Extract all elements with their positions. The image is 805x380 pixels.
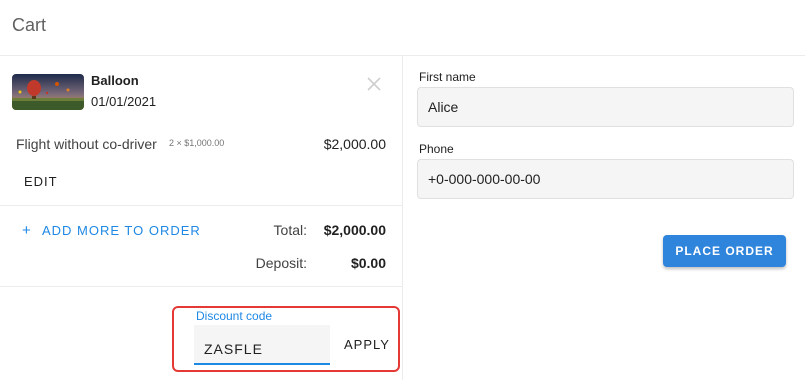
cart-panel: Balloon 01/01/2021 Flight without co-dri… xyxy=(0,56,403,380)
place-order-button[interactable]: PLACE ORDER xyxy=(663,235,786,267)
discount-code-label: Discount code xyxy=(196,309,273,323)
line-item-price: $2,000.00 xyxy=(323,136,386,152)
phone-label: Phone xyxy=(419,142,454,156)
plus-icon: + xyxy=(22,222,32,239)
apply-button[interactable]: APPLY xyxy=(336,334,398,355)
first-name-label: First name xyxy=(419,70,476,84)
first-name-input[interactable] xyxy=(418,88,793,126)
phone-input[interactable] xyxy=(418,160,793,198)
phone-field[interactable] xyxy=(417,159,794,199)
first-name-field[interactable] xyxy=(417,87,794,127)
header: Cart xyxy=(0,0,805,56)
edit-button[interactable]: EDIT xyxy=(14,170,68,193)
line-item-quantity: 2 × $1,000.00 xyxy=(169,138,225,148)
divider xyxy=(0,205,402,206)
page-title: Cart xyxy=(12,15,47,35)
deposit-value: $0.00 xyxy=(350,255,386,271)
discount-code-field[interactable] xyxy=(194,325,330,365)
deposit-label: Deposit: xyxy=(255,255,307,271)
total-value: $2,000.00 xyxy=(323,222,386,238)
divider xyxy=(0,286,402,287)
product-image xyxy=(12,74,84,110)
product-name: Balloon xyxy=(91,73,139,88)
total-label: Total: xyxy=(273,222,307,238)
discount-code-input[interactable] xyxy=(194,325,330,363)
order-form: First name Phone PLACE ORDER xyxy=(403,56,805,380)
product-date: 01/01/2021 xyxy=(91,94,157,109)
close-icon[interactable] xyxy=(364,74,384,94)
add-more-to-order-button[interactable]: + ADD MORE TO ORDER xyxy=(22,222,201,239)
add-more-label: ADD MORE TO ORDER xyxy=(42,223,201,238)
line-item-name: Flight without co-driver xyxy=(16,136,157,152)
